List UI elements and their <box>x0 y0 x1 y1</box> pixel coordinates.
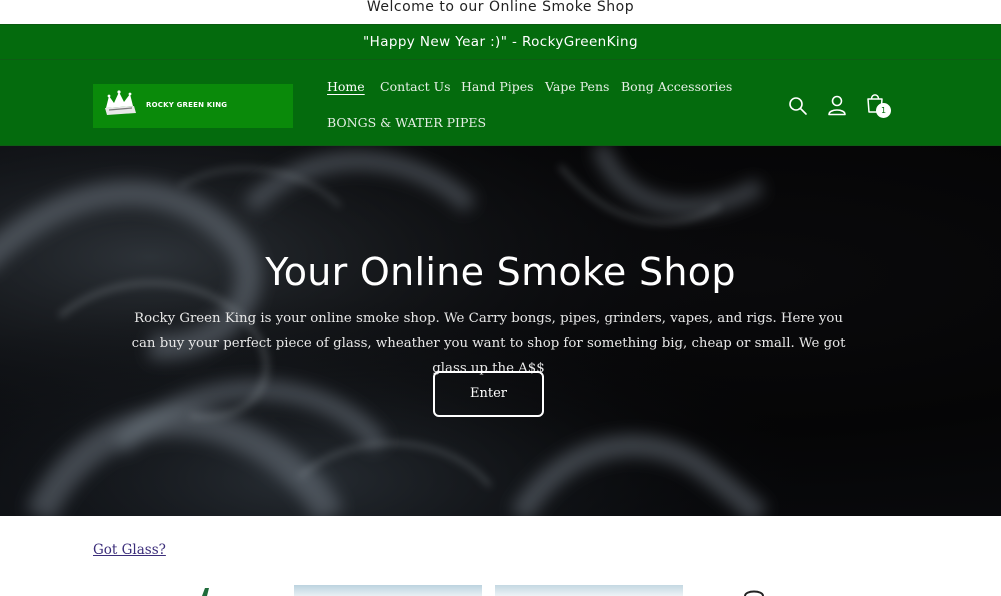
announcement-text: "Happy New Year :)" - RockyGreenKing <box>363 34 638 50</box>
welcome-bar: Welcome to our Online Smoke Shop <box>0 0 1001 24</box>
nav-home[interactable]: Home <box>327 79 365 94</box>
cart-count-badge: 1 <box>876 103 891 118</box>
nav-contact-us[interactable]: Contact Us <box>380 79 451 94</box>
hero-title: Your Online Smoke Shop <box>265 250 736 294</box>
welcome-text: Welcome to our Online Smoke Shop <box>366 0 635 15</box>
announcement-bar: "Happy New Year :)" - RockyGreenKing <box>0 24 1001 59</box>
got-glass-link[interactable]: Got Glass? <box>93 542 166 558</box>
search-icon[interactable] <box>788 96 808 116</box>
nav-bongs-water-pipes[interactable]: BONGS & WATER PIPES <box>327 115 486 130</box>
enter-button[interactable]: Enter <box>433 371 544 417</box>
hero-banner: Your Online Smoke Shop Rocky Green King … <box>0 146 1001 516</box>
nav-vape-pens[interactable]: Vape Pens <box>545 79 609 94</box>
product-image-glass-2[interactable] <box>495 585 683 596</box>
hero-description: Rocky Green King is your online smoke sh… <box>131 311 846 376</box>
nav-hand-pipes[interactable]: Hand Pipes <box>461 79 534 94</box>
site-header: ROCKY GREEN KING Home Contact Us Hand Pi… <box>0 59 1001 146</box>
product-image-bong[interactable] <box>196 585 216 596</box>
crown-icon <box>105 90 136 115</box>
site-logo[interactable]: ROCKY GREEN KING <box>93 84 293 128</box>
product-image-glass-1[interactable] <box>294 585 482 596</box>
account-icon[interactable] <box>827 95 847 116</box>
product-image-pipe[interactable] <box>742 585 766 596</box>
logo-text: ROCKY GREEN KING <box>146 101 228 109</box>
nav-bong-accessories[interactable]: Bong Accessories <box>621 79 732 94</box>
